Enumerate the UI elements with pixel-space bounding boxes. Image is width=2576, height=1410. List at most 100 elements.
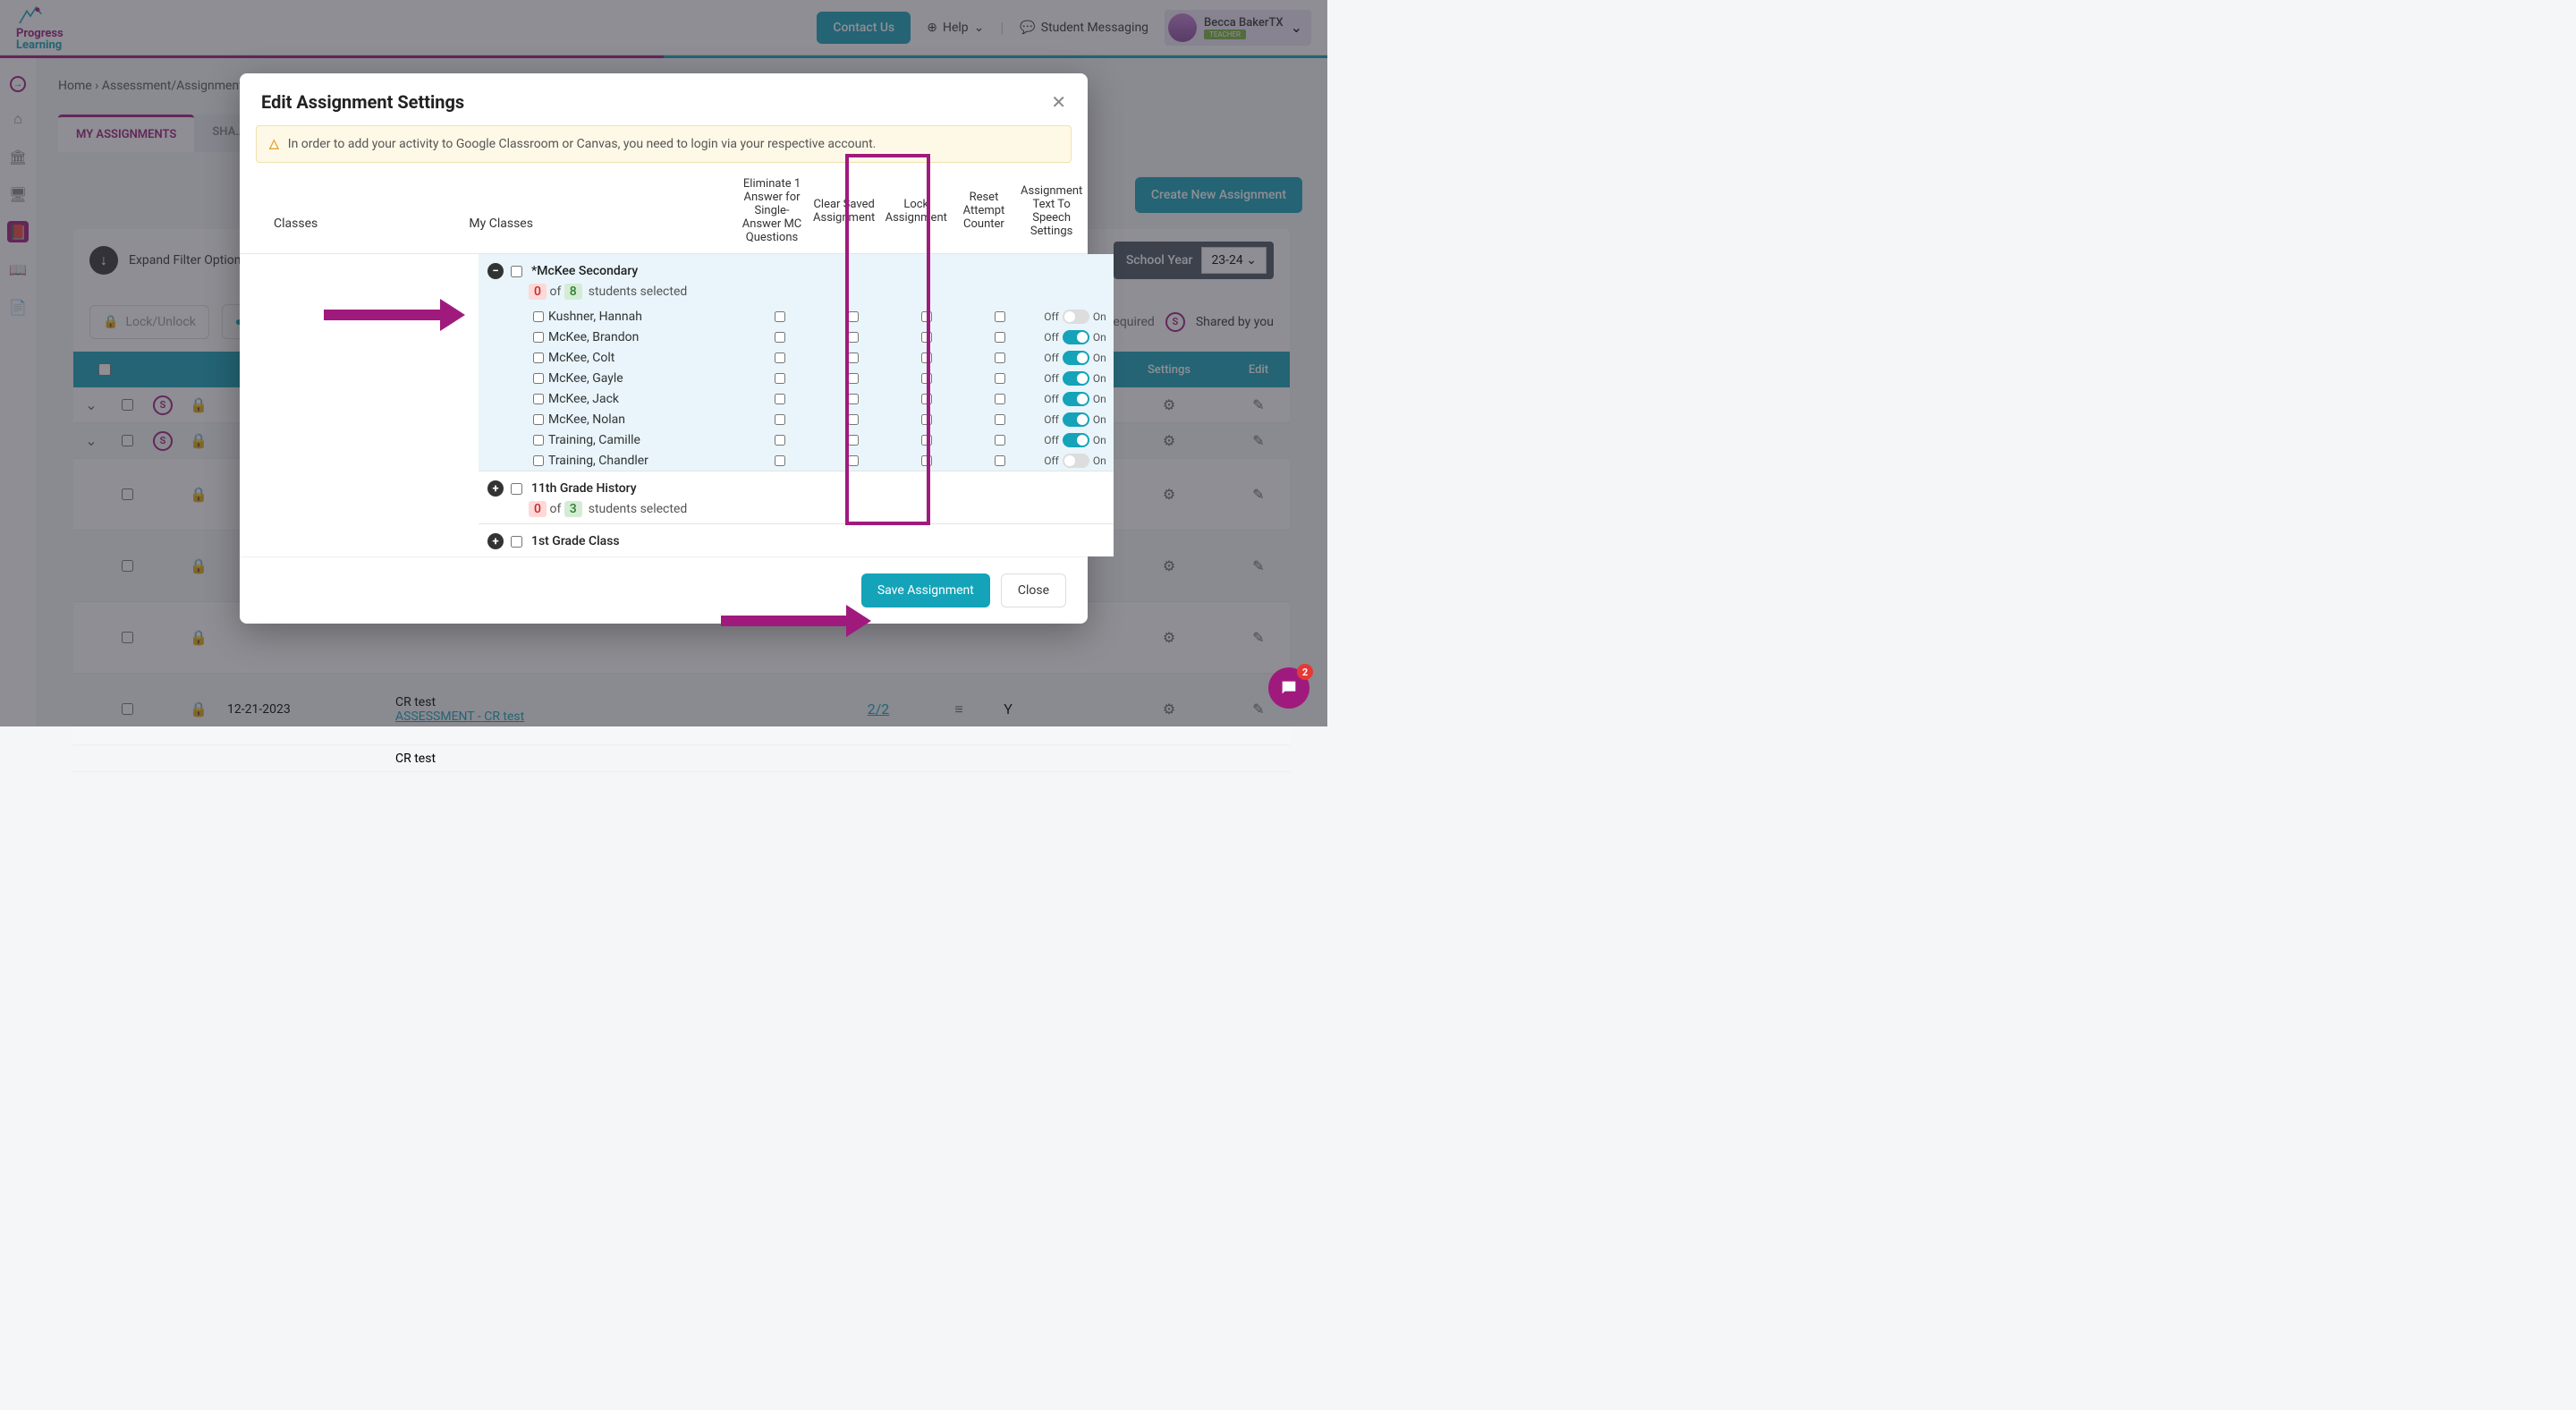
class-checkbox[interactable] [511,536,522,548]
clear-saved-checkbox[interactable] [848,373,859,384]
reset-checkbox[interactable] [995,332,1005,343]
student-row: Training, CamilleOffOn [479,429,1114,450]
toggle-switch[interactable] [1063,454,1089,468]
selected-count: 0 [529,501,547,517]
students-selected-label: students selected [589,502,688,516]
tts-toggle[interactable]: OffOn [1037,392,1114,406]
expand-icon[interactable]: + [487,533,504,549]
lock-checkbox[interactable] [921,373,932,384]
student-checkbox[interactable] [533,414,544,425]
tts-toggle[interactable]: Off On [1037,310,1114,324]
close-icon[interactable]: ✕ [1051,91,1066,113]
close-button[interactable]: Close [1001,573,1066,607]
toggle-switch[interactable] [1063,371,1089,386]
student-row: Kushner, Hannah Off On [479,306,1114,327]
reset-checkbox[interactable] [995,435,1005,446]
student-name: McKee, Colt [548,351,743,365]
student-checkbox[interactable] [533,311,544,322]
lock-checkbox[interactable] [921,394,932,404]
eliminate-checkbox[interactable] [775,332,785,343]
save-assignment-button[interactable]: Save Assignment [861,573,990,607]
clear-saved-checkbox[interactable] [848,414,859,425]
student-checkbox[interactable] [533,352,544,363]
student-row: McKee, GayleOffOn [479,368,1114,388]
off-label: Off [1044,352,1059,364]
eliminate-checkbox[interactable] [775,455,785,466]
lock-checkbox[interactable] [921,435,932,446]
tts-toggle[interactable]: OffOn [1037,371,1114,386]
expand-icon[interactable]: + [487,480,504,497]
col-tts: Assignment Text To Speech Settings [1015,177,1088,244]
reset-checkbox[interactable] [995,414,1005,425]
student-checkbox[interactable] [533,435,544,446]
student-row: Training, ChandlerOffOn [479,450,1114,471]
toggle-switch[interactable] [1063,433,1089,447]
toggle-switch[interactable] [1063,310,1089,324]
eliminate-checkbox[interactable] [775,373,785,384]
chat-icon [1279,678,1299,698]
toggle-switch[interactable] [1063,351,1089,365]
class-head: + 1st Grade Class [479,524,1114,556]
tts-toggle[interactable]: OffOn [1037,454,1114,468]
tts-toggle[interactable]: OffOn [1037,433,1114,447]
classes-wrapper: − *McKee Secondary 0 of 8 students selec… [240,254,1088,556]
class-checkbox[interactable] [511,266,522,277]
class-name: 1st Grade Class [531,534,620,548]
on-label: On [1093,352,1106,364]
student-name: Kushner, Hannah [548,310,743,324]
student-row: McKee, Nolan OffOn [479,409,1114,429]
toggle-switch[interactable] [1063,330,1089,344]
student-name: McKee, Nolan [548,412,743,427]
student-row: McKee, Colt Off On [479,347,1114,368]
lock-checkbox[interactable] [921,311,932,322]
eliminate-checkbox[interactable] [775,435,785,446]
tts-toggle[interactable]: Off On [1037,351,1114,365]
reset-checkbox[interactable] [995,394,1005,404]
student-checkbox[interactable] [533,394,544,404]
clear-saved-checkbox[interactable] [848,352,859,363]
chat-badge: 2 [1297,664,1313,680]
warning-bar: △ In order to add your activity to Googl… [256,125,1072,163]
eliminate-checkbox[interactable] [775,414,785,425]
eliminate-checkbox[interactable] [775,352,785,363]
off-label: Off [1044,372,1059,385]
toggle-switch[interactable] [1063,392,1089,406]
on-label: On [1093,393,1106,405]
clear-saved-checkbox[interactable] [848,311,859,322]
lock-checkbox[interactable] [921,414,932,425]
off-label: Off [1044,310,1059,323]
reset-checkbox[interactable] [995,352,1005,363]
on-label: On [1093,310,1106,323]
clear-saved-checkbox[interactable] [848,394,859,404]
toggle-switch[interactable] [1063,412,1089,427]
tts-toggle[interactable]: OffOn [1037,412,1114,427]
col-clear-saved: Clear Saved Assignment [808,177,880,244]
student-checkbox[interactable] [533,373,544,384]
edit-assignment-modal: Edit Assignment Settings ✕ △ In order to… [240,73,1088,624]
reset-checkbox[interactable] [995,373,1005,384]
clear-saved-checkbox[interactable] [848,455,859,466]
clear-saved-checkbox[interactable] [848,435,859,446]
tts-toggle[interactable]: OffOn [1037,330,1114,344]
class-block: − *McKee Secondary 0 of 8 students selec… [479,254,1114,471]
reset-checkbox[interactable] [995,311,1005,322]
clear-saved-checkbox[interactable] [848,332,859,343]
lock-checkbox[interactable] [921,332,932,343]
collapse-icon[interactable]: − [487,263,504,279]
class-subtitle: 0 of 8 students selected [479,283,1114,306]
reset-checkbox[interactable] [995,455,1005,466]
student-checkbox[interactable] [533,332,544,343]
eliminate-checkbox[interactable] [775,311,785,322]
student-row: McKee, BrandonOffOn [479,327,1114,347]
lock-checkbox[interactable] [921,455,932,466]
class-head: + 11th Grade History [479,471,1114,500]
class-checkbox[interactable] [511,483,522,495]
student-checkbox[interactable] [533,455,544,466]
class-subtitle: 0 of 3 students selected [479,500,1114,523]
eliminate-checkbox[interactable] [775,394,785,404]
columns-header: Classes My Classes Eliminate 1 Answer fo… [240,172,1088,254]
chat-bubble[interactable]: 2 [1268,667,1309,709]
warning-text: In order to add your activity to Google … [288,137,877,151]
classes-gutter [240,254,479,556]
lock-checkbox[interactable] [921,352,932,363]
